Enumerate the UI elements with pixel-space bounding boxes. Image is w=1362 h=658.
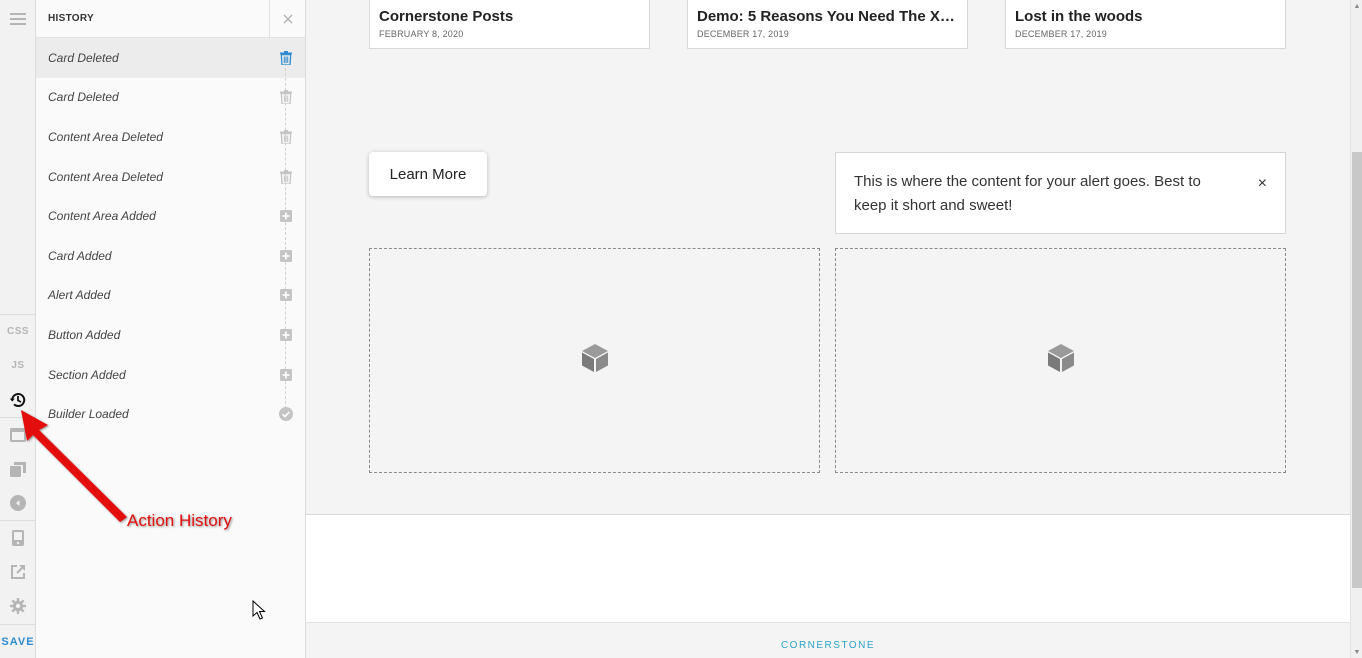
- history-item-label: Card Added: [48, 248, 112, 263]
- history-panel: HISTORY Card Deleted Card Deleted Content …: [36, 0, 306, 658]
- history-item-label: Card Deleted: [48, 50, 119, 65]
- trash-icon[interactable]: [278, 89, 294, 105]
- card-title: Lost in the woods: [1015, 8, 1143, 25]
- check-icon: [278, 406, 294, 422]
- history-list: Card Deleted Card Deleted Content Area Del…: [36, 38, 305, 434]
- post-card[interactable]: Lost in the woods DECEMBER 17, 2019: [1005, 0, 1286, 49]
- history-item-label: Builder Loaded: [48, 407, 129, 422]
- alert-close-button[interactable]: ×: [1258, 172, 1267, 196]
- menu-icon[interactable]: [0, 2, 36, 36]
- history-panel-header: HISTORY: [36, 0, 305, 38]
- preview-area: Cornerstone Posts FEBRUARY 8, 2020 Demo:…: [306, 0, 1350, 658]
- empty-section[interactable]: [306, 514, 1350, 622]
- alert-text: This is where the content for your alert…: [854, 173, 1201, 214]
- post-card[interactable]: Demo: 5 Reasons You Need The X Theme DEC…: [687, 0, 968, 49]
- external-link-icon[interactable]: [0, 555, 36, 589]
- history-title: HISTORY: [48, 13, 94, 24]
- history-item[interactable]: Button Added: [36, 315, 305, 355]
- history-item[interactable]: Content Area Deleted: [36, 117, 305, 157]
- trash-icon[interactable]: [278, 169, 294, 185]
- history-item-label: Content Area Deleted: [48, 129, 163, 144]
- history-item-label: Content Area Added: [48, 209, 156, 224]
- card-title: Cornerstone Posts: [379, 8, 514, 25]
- empty-content-area[interactable]: [369, 248, 820, 473]
- history-item[interactable]: Builder Loaded: [36, 394, 305, 434]
- trash-icon[interactable]: [278, 129, 294, 145]
- plus-icon: [278, 287, 294, 303]
- disc-icon[interactable]: [0, 486, 36, 520]
- builder-window: CSS JS SAVE HISTORY Card Deleted Card De…: [0, 0, 1362, 658]
- js-button[interactable]: JS: [0, 348, 36, 382]
- layout-icon[interactable]: [0, 418, 36, 452]
- history-item-label: Content Area Deleted: [48, 169, 163, 184]
- css-button[interactable]: CSS: [0, 314, 36, 348]
- history-item-label: Section Added: [48, 367, 126, 382]
- empty-content-area[interactable]: [835, 248, 1286, 473]
- mouse-cursor-icon: [252, 599, 266, 625]
- scrollbar[interactable]: ▲ ▼: [1350, 0, 1362, 658]
- trash-icon[interactable]: [278, 50, 294, 66]
- plus-icon: [278, 208, 294, 224]
- history-item[interactable]: Alert Added: [36, 276, 305, 316]
- scroll-down-arrow[interactable]: ▼: [1351, 646, 1362, 658]
- card-date: DECEMBER 17, 2019: [697, 29, 789, 39]
- scroll-up-arrow[interactable]: ▲: [1351, 0, 1362, 12]
- icon-rail: CSS JS SAVE: [0, 0, 36, 658]
- cube-icon: [580, 343, 610, 378]
- gear-icon[interactable]: [0, 589, 36, 623]
- history-item[interactable]: Card Deleted: [36, 38, 305, 78]
- device-icon[interactable]: [0, 521, 36, 555]
- history-icon[interactable]: [0, 383, 36, 417]
- card-date: FEBRUARY 8, 2020: [379, 29, 464, 39]
- copy-icon[interactable]: [0, 452, 36, 486]
- history-item-label: Alert Added: [48, 288, 111, 303]
- footer: CORNERSTONE: [306, 622, 1350, 658]
- plus-icon: [278, 367, 294, 383]
- plus-icon: [278, 248, 294, 264]
- scroll-thumb[interactable]: [1352, 152, 1362, 588]
- footer-brand[interactable]: CORNERSTONE: [781, 640, 875, 651]
- annotation-label: Action History: [127, 511, 232, 530]
- card-date: DECEMBER 17, 2019: [1015, 29, 1107, 39]
- history-item[interactable]: Section Added: [36, 355, 305, 395]
- post-card[interactable]: Cornerstone Posts FEBRUARY 8, 2020: [369, 0, 650, 49]
- history-item[interactable]: Card Added: [36, 236, 305, 276]
- alert-box: This is where the content for your alert…: [835, 152, 1286, 234]
- close-icon[interactable]: [269, 0, 305, 38]
- learn-more-button[interactable]: Learn More: [369, 152, 487, 196]
- history-item[interactable]: Content Area Deleted: [36, 157, 305, 197]
- history-item[interactable]: Card Deleted: [36, 78, 305, 118]
- cube-icon: [1046, 343, 1076, 378]
- save-button[interactable]: SAVE: [0, 625, 36, 658]
- history-item-label: Button Added: [48, 327, 121, 342]
- card-title: Demo: 5 Reasons You Need The X Theme: [697, 8, 958, 25]
- history-item[interactable]: Content Area Added: [36, 196, 305, 236]
- plus-icon: [278, 327, 294, 343]
- history-item-label: Card Deleted: [48, 90, 119, 105]
